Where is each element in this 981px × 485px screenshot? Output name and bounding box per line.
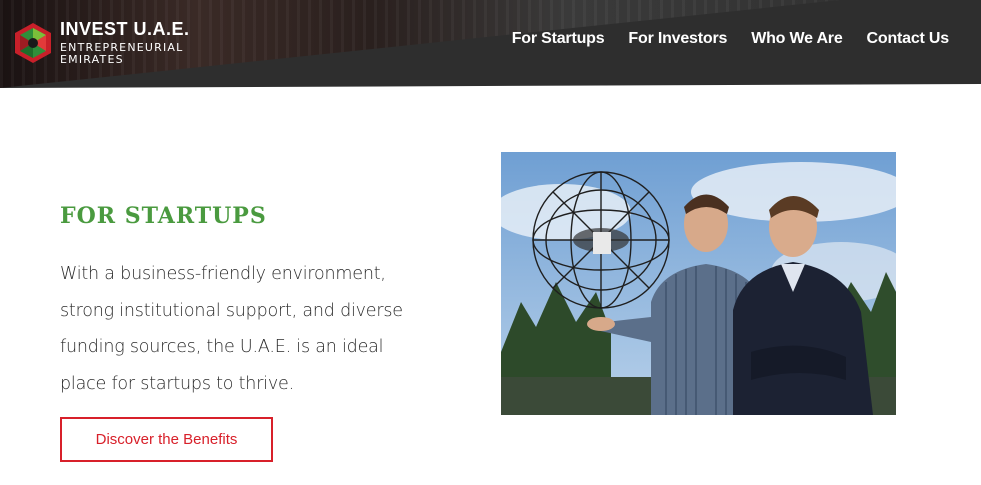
logo-subtitle-line2: EMIRATES	[60, 53, 124, 66]
nav-item-for-startups[interactable]: For Startups	[512, 30, 605, 48]
discover-benefits-button[interactable]: Discover the Benefits	[60, 417, 273, 462]
logo-title: INVEST U.A.E.	[60, 19, 190, 39]
logo-mark-icon	[15, 23, 51, 63]
photo-two-men-with-drone-icon	[501, 152, 896, 415]
section-heading: FOR STARTUPS	[60, 203, 267, 229]
section-body-text: With a business-friendly environment, st…	[60, 264, 403, 394]
site-header: INVEST U.A.E. ENTREPRENEURIAL EMIRATES F…	[0, 0, 981, 88]
main-nav: For Startups For Investors Who We Are Co…	[512, 30, 949, 48]
nav-item-who-we-are[interactable]: Who We Are	[751, 30, 843, 48]
nav-item-contact-us[interactable]: Contact Us	[867, 30, 950, 48]
nav-item-for-investors[interactable]: For Investors	[628, 30, 727, 48]
startups-photo	[501, 152, 896, 415]
header-divider	[0, 84, 981, 88]
site-logo[interactable]: INVEST U.A.E. ENTREPRENEURIAL EMIRATES	[12, 12, 212, 74]
